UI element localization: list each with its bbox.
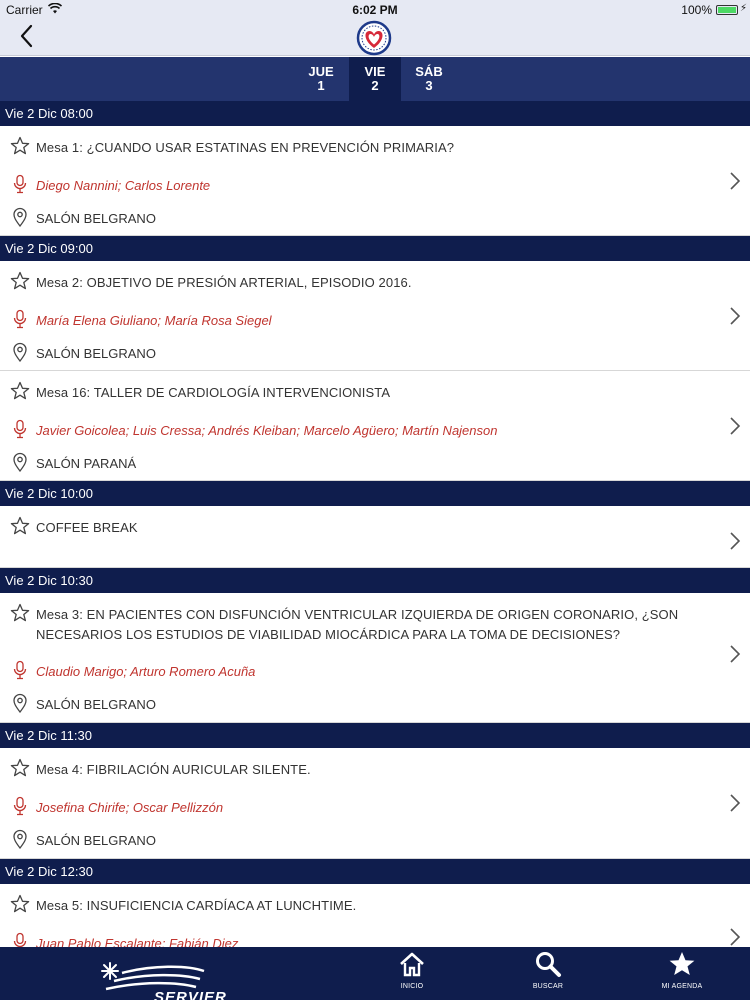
congress-logo-icon: [356, 20, 392, 56]
location-pin-icon: [13, 342, 27, 362]
event-item[interactable]: Mesa 2: OBJETIVO DE PRESIÓN ARTERIAL, EP…: [0, 261, 750, 371]
charging-icon: ⚡: [739, 3, 747, 14]
tab-sab[interactable]: SÁB 3: [403, 57, 455, 101]
event-item[interactable]: Mesa 5: INSUFICIENCIA CARDÍACA AT LUNCHT…: [0, 884, 750, 947]
search-icon: [536, 952, 561, 977]
event-title: Mesa 1: ¿CUANDO USAR ESTATINAS EN PREVEN…: [36, 140, 455, 155]
tab-day: VIE: [364, 64, 386, 79]
chevron-right-icon: [730, 532, 741, 550]
star-outline-icon[interactable]: [10, 516, 30, 536]
brand-name: SERVIER: [154, 989, 227, 1000]
section-header: Vie 2 Dic 12:30: [0, 859, 750, 884]
event-room: SALÓN BELGRANO: [36, 697, 156, 712]
section-header: Vie 2 Dic 10:30: [0, 568, 750, 593]
agenda-list: Vie 2 Dic 08:00 Mesa 1: ¿CUANDO USAR EST…: [0, 101, 750, 947]
chevron-right-icon: [730, 172, 741, 190]
location-pin-icon: [13, 452, 27, 472]
bottom-tab-buscar[interactable]: BUSCAR: [508, 947, 588, 1000]
section-header: Vie 2 Dic 10:00: [0, 481, 750, 506]
bottom-tab-inicio[interactable]: INICIO: [372, 947, 452, 1000]
event-title: Mesa 16: TALLER DE CARDIOLOGÍA INTERVENC…: [36, 385, 391, 400]
event-item[interactable]: Mesa 16: TALLER DE CARDIOLOGÍA INTERVENC…: [0, 371, 750, 481]
bottom-tab-bar: SERVIER INICIO BUSCAR MI AGENDA: [0, 947, 750, 1000]
event-item[interactable]: COFFEE BREAK: [0, 506, 750, 568]
location-pin-icon: [13, 829, 27, 849]
tab-number: 2: [371, 78, 379, 93]
status-bar: Carrier 6:02 PM 100% ⚡: [0, 0, 750, 20]
event-title: COFFEE BREAK: [36, 520, 138, 535]
event-room: SALÓN BELGRANO: [36, 211, 156, 226]
tab-vie[interactable]: VIE 2: [349, 57, 401, 101]
home-icon: [400, 952, 424, 977]
star-outline-icon[interactable]: [10, 381, 30, 401]
microphone-icon: [13, 796, 27, 816]
star-outline-icon[interactable]: [10, 758, 30, 778]
location-pin-icon: [13, 693, 27, 713]
chevron-right-icon: [730, 794, 741, 812]
bottom-tab-mi-agenda[interactable]: MI AGENDA: [642, 947, 722, 1000]
clock: 6:02 PM: [352, 3, 398, 17]
nav-bar: [0, 20, 750, 56]
microphone-icon: [13, 419, 27, 439]
event-speakers: Josefina Chirife; Oscar Pellizzón: [36, 800, 224, 815]
star-outline-icon[interactable]: [10, 271, 30, 291]
bottom-tab-label: MI AGENDA: [661, 983, 703, 990]
location-pin-icon: [13, 207, 27, 227]
battery-percent: 100%: [681, 3, 712, 17]
event-room: SALÓN PARANÁ: [36, 456, 137, 471]
tab-day: JUE: [308, 64, 334, 79]
section-header: Vie 2 Dic 11:30: [0, 723, 750, 748]
event-title: Mesa 4: FIBRILACIÓN AURICULAR SILENTE.: [36, 762, 311, 777]
day-tabs: JUE 1 VIE 2 SÁB 3: [0, 57, 750, 101]
event-item[interactable]: Mesa 1: ¿CUANDO USAR ESTATINAS EN PREVEN…: [0, 126, 750, 236]
event-title: Mesa 2: OBJETIVO DE PRESIÓN ARTERIAL, EP…: [36, 275, 412, 290]
event-speakers: Juan Pablo Escalante; Fabián Diez: [36, 936, 239, 947]
microphone-icon: [13, 309, 27, 329]
event-speakers: Claudio Marigo; Arturo Romero Acuña: [36, 664, 256, 679]
servier-logo: SERVIER: [92, 959, 242, 1000]
chevron-right-icon: [730, 645, 741, 663]
microphone-icon: [13, 174, 27, 194]
star-outline-icon[interactable]: [10, 894, 30, 914]
tab-number: 3: [425, 78, 433, 93]
tab-number: 1: [317, 78, 325, 93]
chevron-right-icon: [730, 928, 741, 946]
tab-day: SÁB: [415, 64, 443, 79]
event-title: Mesa 3: EN PACIENTES CON DISFUNCIÓN VENT…: [36, 607, 679, 642]
star-outline-icon[interactable]: [10, 603, 30, 623]
event-speakers: Javier Goicolea; Luis Cressa; Andrés Kle…: [36, 423, 498, 438]
bottom-tab-label: BUSCAR: [532, 983, 564, 990]
event-room: SALÓN BELGRANO: [36, 346, 156, 361]
battery-icon: [716, 5, 738, 15]
chevron-right-icon: [730, 307, 741, 325]
event-item[interactable]: Mesa 3: EN PACIENTES CON DISFUNCIÓN VENT…: [0, 593, 750, 723]
event-room: SALÓN BELGRANO: [36, 833, 156, 848]
star-icon: [669, 952, 695, 975]
event-item[interactable]: Mesa 4: FIBRILACIÓN AURICULAR SILENTE. J…: [0, 748, 750, 859]
event-title: Mesa 5: INSUFICIENCIA CARDÍACA AT LUNCHT…: [36, 898, 357, 913]
bottom-tab-label: INICIO: [400, 983, 424, 990]
event-speakers: María Elena Giuliano; María Rosa Siegel: [36, 313, 272, 328]
section-header: Vie 2 Dic 09:00: [0, 236, 750, 261]
tab-jue[interactable]: JUE 1: [295, 57, 347, 101]
back-chevron-icon[interactable]: [16, 22, 40, 52]
microphone-icon: [13, 660, 27, 680]
section-header: Vie 2 Dic 08:00: [0, 101, 750, 126]
star-outline-icon[interactable]: [10, 136, 30, 156]
event-speakers: Diego Nannini; Carlos Lorente: [36, 178, 211, 193]
chevron-right-icon: [730, 417, 741, 435]
microphone-icon: [13, 932, 27, 947]
